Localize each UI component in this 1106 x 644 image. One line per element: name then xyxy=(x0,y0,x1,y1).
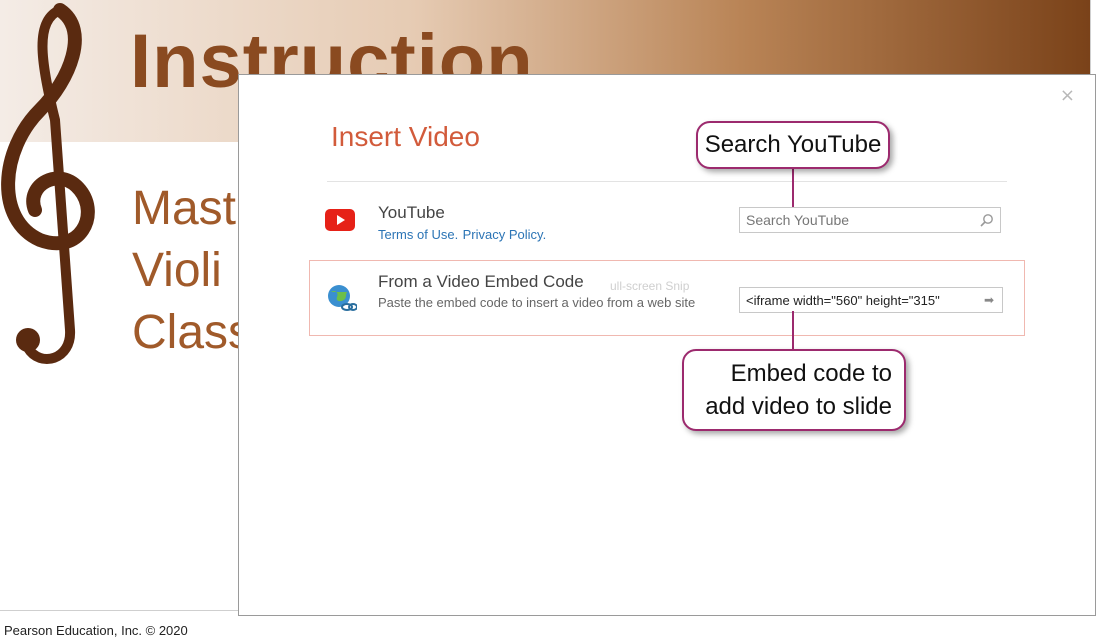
callout-search-youtube: Search YouTube xyxy=(696,121,890,169)
youtube-search-input[interactable] xyxy=(740,208,972,232)
insert-arrow-icon[interactable]: ➡ xyxy=(984,293,994,307)
dialog-title: Insert Video xyxy=(331,121,480,152)
privacy-policy-link[interactable]: Privacy Policy. xyxy=(463,227,547,242)
divider xyxy=(327,181,1007,182)
callout-leader-line xyxy=(792,169,794,207)
embed-description: Paste the embed code to insert a video f… xyxy=(378,295,696,310)
slide-subtitle-line: Violi xyxy=(132,244,222,297)
callout-leader-line xyxy=(792,311,794,351)
callout-embed-code: Embed code to add video to slide xyxy=(682,349,906,431)
terms-of-use-link[interactable]: Terms of Use. xyxy=(378,227,458,242)
slide-subtitle: Mast Violi Class xyxy=(132,178,252,364)
embed-code-input[interactable] xyxy=(740,288,984,312)
embed-code-field[interactable]: ➡ xyxy=(739,287,1003,313)
insert-video-dialog: × Insert Video YouTube Terms of Use. Pri… xyxy=(238,74,1096,616)
globe-link-icon xyxy=(328,285,357,311)
close-icon[interactable]: × xyxy=(1060,85,1075,106)
magnifier-icon[interactable] xyxy=(980,213,994,227)
copyright-footer: Pearson Education, Inc. © 2020 xyxy=(4,623,188,638)
slide-subtitle-line: Class xyxy=(132,306,253,359)
embed-title: From a Video Embed Code xyxy=(378,272,584,291)
youtube-play-icon xyxy=(325,209,355,231)
treble-clef-icon xyxy=(1,3,95,364)
youtube-search-field[interactable] xyxy=(739,207,1001,233)
youtube-title: YouTube xyxy=(378,203,445,222)
slide-subtitle-line: Mast xyxy=(132,182,237,235)
ghost-snip-text: ull-screen Snip xyxy=(610,279,690,293)
callout-text-line: add video to slide xyxy=(705,393,892,420)
youtube-links: Terms of Use. Privacy Policy. xyxy=(378,226,546,244)
callout-text-line: Embed code to xyxy=(730,360,892,387)
